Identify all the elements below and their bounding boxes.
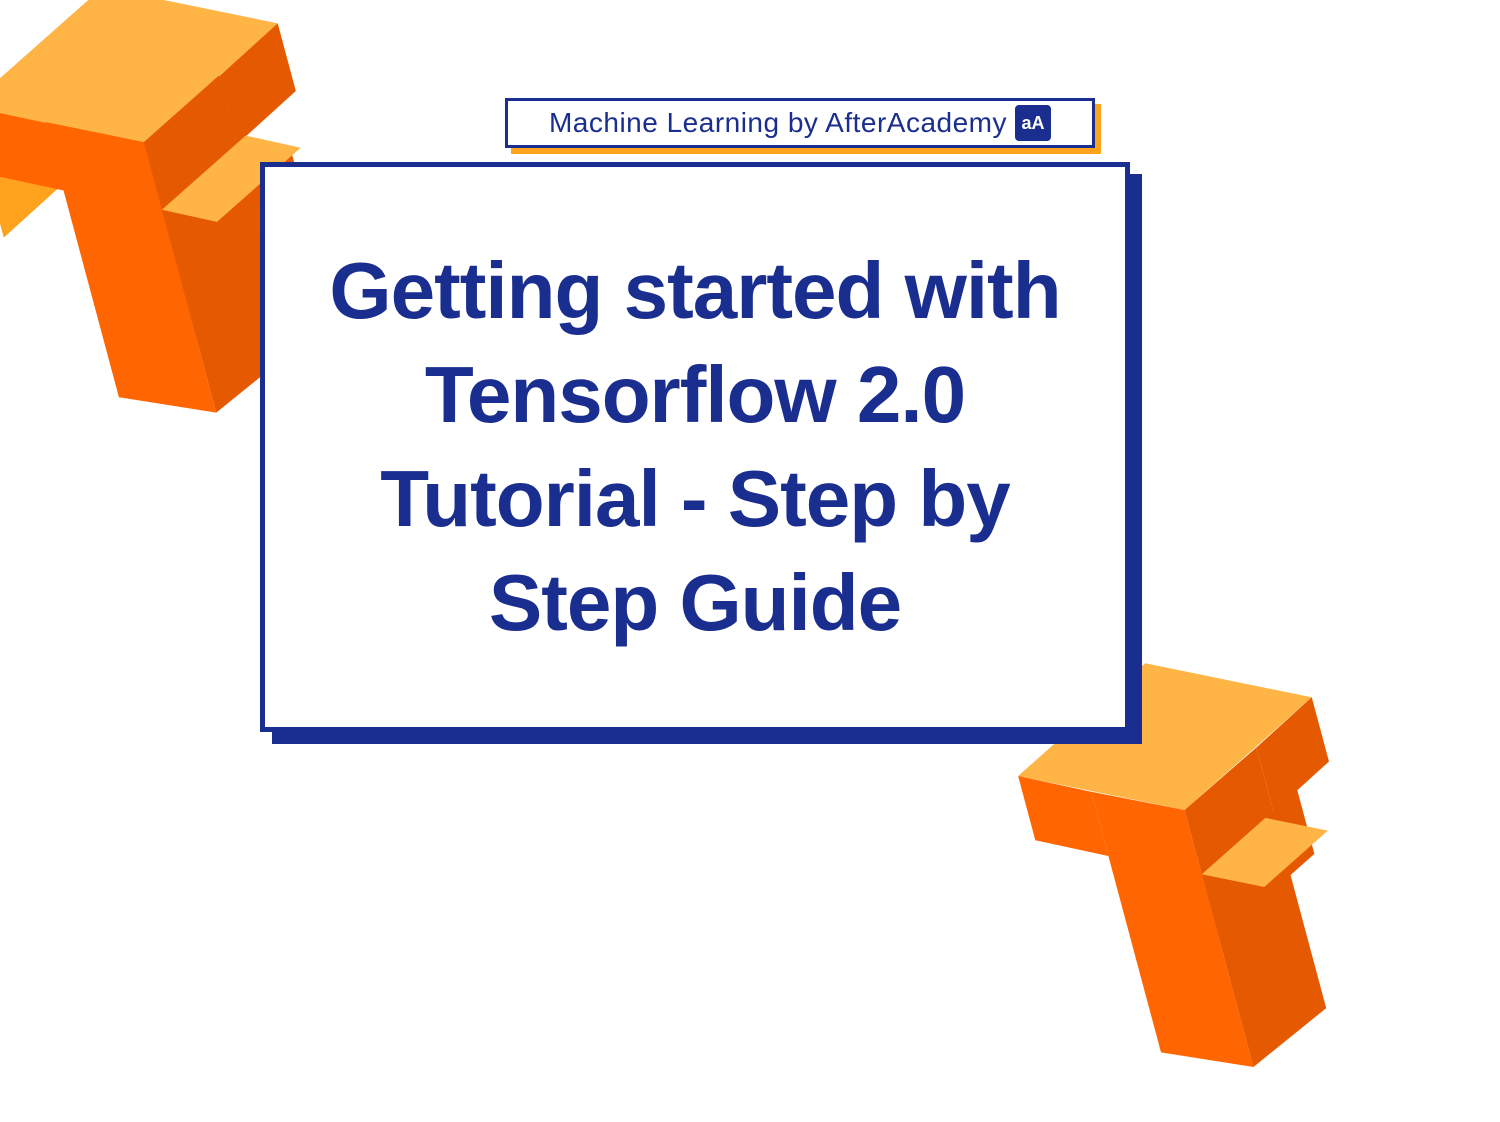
badge-label: Machine Learning by AfterAcademy [549, 107, 1007, 139]
title-container: Getting started with Tensorflow 2.0 Tuto… [260, 162, 1130, 732]
afteracademy-logo-icon: aA [1015, 105, 1051, 141]
badge-container: Machine Learning by AfterAcademy aA [505, 98, 1095, 148]
page-title: Getting started with Tensorflow 2.0 Tuto… [295, 239, 1095, 655]
badge-box: Machine Learning by AfterAcademy aA [505, 98, 1095, 148]
title-box: Getting started with Tensorflow 2.0 Tuto… [260, 162, 1130, 732]
